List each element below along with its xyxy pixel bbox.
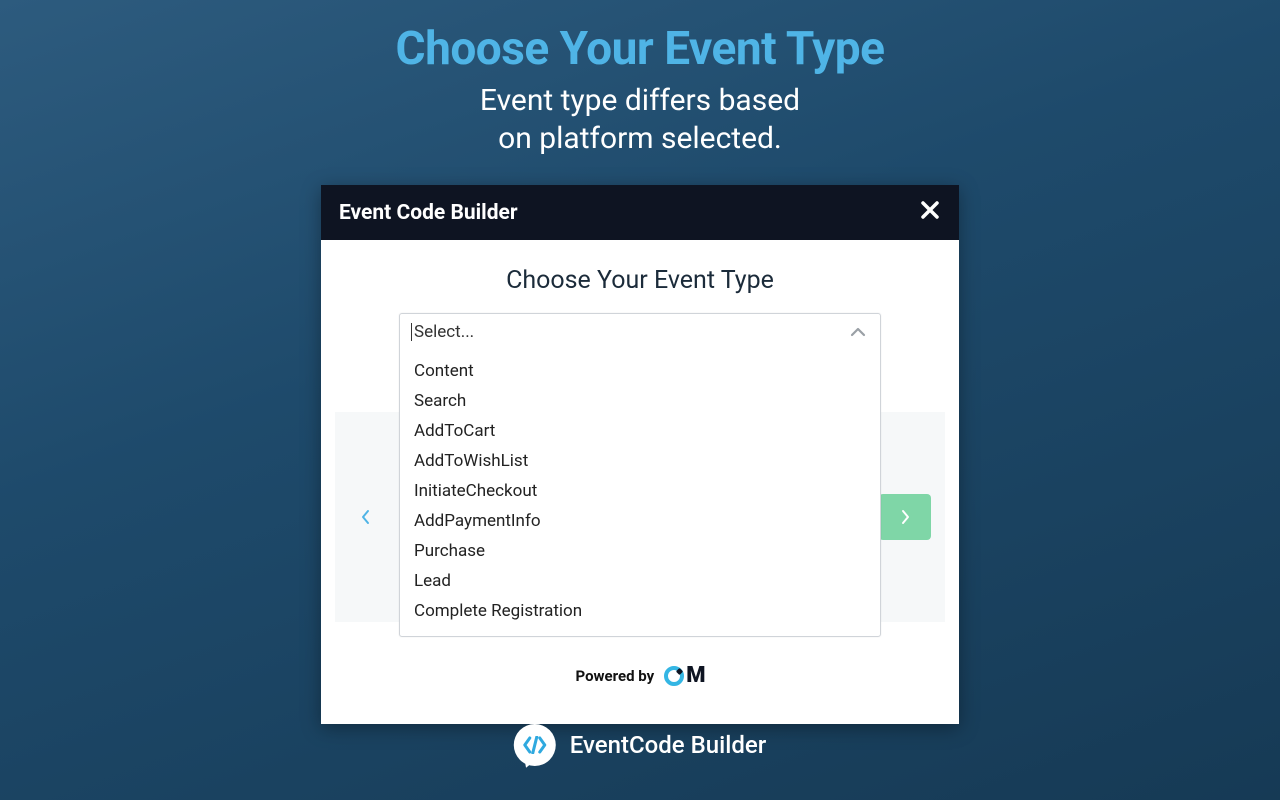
chevron-up-icon: [850, 323, 866, 342]
hero: Choose Your Event Type Event type differ…: [0, 0, 1280, 157]
step-title: Choose Your Event Type: [335, 266, 945, 295]
select-option[interactable]: AddToWishList: [400, 446, 880, 476]
select-head[interactable]: Select...: [400, 314, 880, 350]
hero-subtitle: Event type differs based on platform sel…: [0, 82, 1280, 157]
select-option[interactable]: Purchase: [400, 536, 880, 566]
brand-badge-icon: [514, 724, 556, 766]
powered-by: Powered by M: [335, 637, 945, 706]
select-option[interactable]: AddToCart: [400, 416, 880, 446]
hero-subtitle-line2: on platform selected.: [498, 121, 782, 156]
select-placeholder: Select...: [414, 322, 474, 342]
close-icon[interactable]: [919, 199, 941, 226]
hero-title: Choose Your Event Type: [0, 22, 1280, 76]
footer-brand-text: EventCode Builder: [570, 731, 766, 759]
select-option[interactable]: Complete Registration: [400, 596, 880, 626]
hero-subtitle-line1: Event type differs based: [480, 83, 800, 118]
modal-header: Event Code Builder: [321, 185, 959, 240]
powered-by-label: Powered by: [576, 667, 655, 685]
modal-body: Choose Your Event Type Select... Content…: [321, 240, 959, 724]
select-option[interactable]: AddPaymentInfo: [400, 506, 880, 536]
om-logo-icon: M: [664, 663, 704, 688]
footer-brand: EventCode Builder: [514, 724, 766, 766]
modal-title: Event Code Builder: [339, 201, 518, 225]
select-option[interactable]: InitiateCheckout: [400, 476, 880, 506]
select-option[interactable]: Content: [400, 356, 880, 386]
event-code-builder-modal: Event Code Builder Choose Your Event Typ…: [321, 185, 959, 724]
select-option[interactable]: Search: [400, 386, 880, 416]
select-options-list: Content Search AddToCart AddToWishList I…: [400, 350, 880, 636]
select-option[interactable]: Lead: [400, 566, 880, 596]
event-type-select[interactable]: Select... Content Search AddToCart AddTo…: [399, 313, 881, 637]
